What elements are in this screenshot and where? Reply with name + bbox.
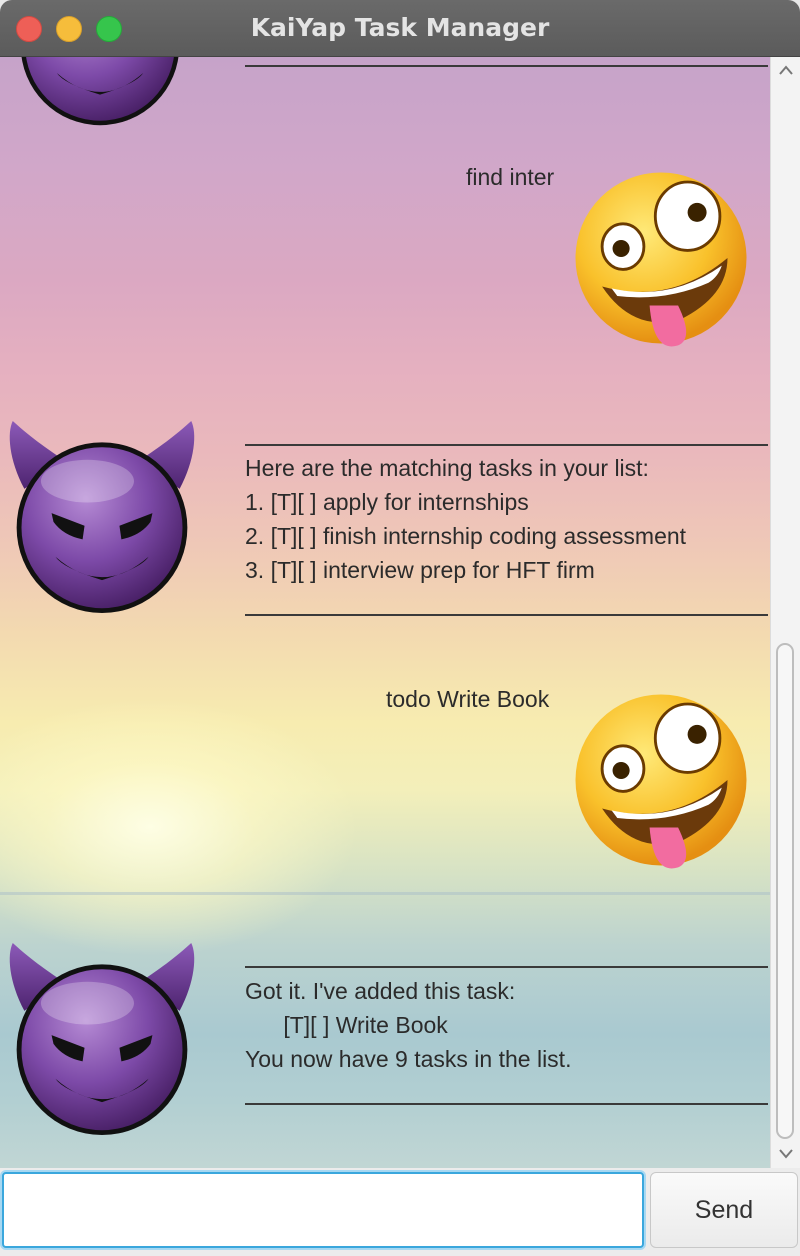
input-bar: Send	[0, 1168, 800, 1256]
bot-message-line: [T][ ] Write Book	[245, 1012, 448, 1038]
bot-message-line: 3. [T][ ] interview prep for HFT firm	[245, 557, 595, 583]
message-divider	[245, 65, 768, 67]
title-bar: KaiYap Task Manager	[0, 0, 800, 57]
background-sun-glow	[0, 697, 360, 957]
message-input[interactable]	[2, 1172, 644, 1248]
bot-avatar-devil-icon	[2, 421, 202, 615]
message-divider	[245, 1103, 768, 1105]
message-divider	[245, 444, 768, 446]
scrollbar-thumb[interactable]	[776, 643, 794, 1139]
bot-message-line: Here are the matching tasks in your list…	[245, 455, 649, 481]
scroll-down-arrow-icon[interactable]	[779, 1149, 793, 1159]
user-avatar-zany-face-icon	[566, 163, 756, 353]
user-message-text: todo Write Book	[386, 686, 550, 712]
bot-avatar-devil-icon	[10, 57, 190, 127]
bot-avatar-devil-icon	[2, 943, 202, 1137]
scroll-up-arrow-icon[interactable]	[779, 65, 793, 75]
user-avatar-zany-face-icon	[566, 685, 756, 875]
bot-message-line: 2. [T][ ] finish internship coding asses…	[245, 523, 687, 549]
chat-scrollbar[interactable]	[770, 57, 800, 1168]
bot-message-line: 1. [T][ ] apply for internships	[245, 489, 529, 515]
message-divider	[245, 614, 768, 616]
bot-message-line: You now have 9 tasks in the list.	[245, 1046, 572, 1072]
bot-message-line: Got it. I've added this task:	[245, 978, 516, 1004]
background-horizon	[0, 892, 770, 895]
user-message-text: find inter	[466, 164, 555, 190]
message-divider	[245, 966, 768, 968]
chat-dialog-area[interactable]: find inter Here are the matching tasks i…	[0, 57, 770, 1168]
window-title: KaiYap Task Manager	[250, 13, 550, 42]
app-window: KaiYap Task Manager find inter Here are …	[0, 0, 800, 1256]
send-button[interactable]: Send	[650, 1172, 798, 1248]
